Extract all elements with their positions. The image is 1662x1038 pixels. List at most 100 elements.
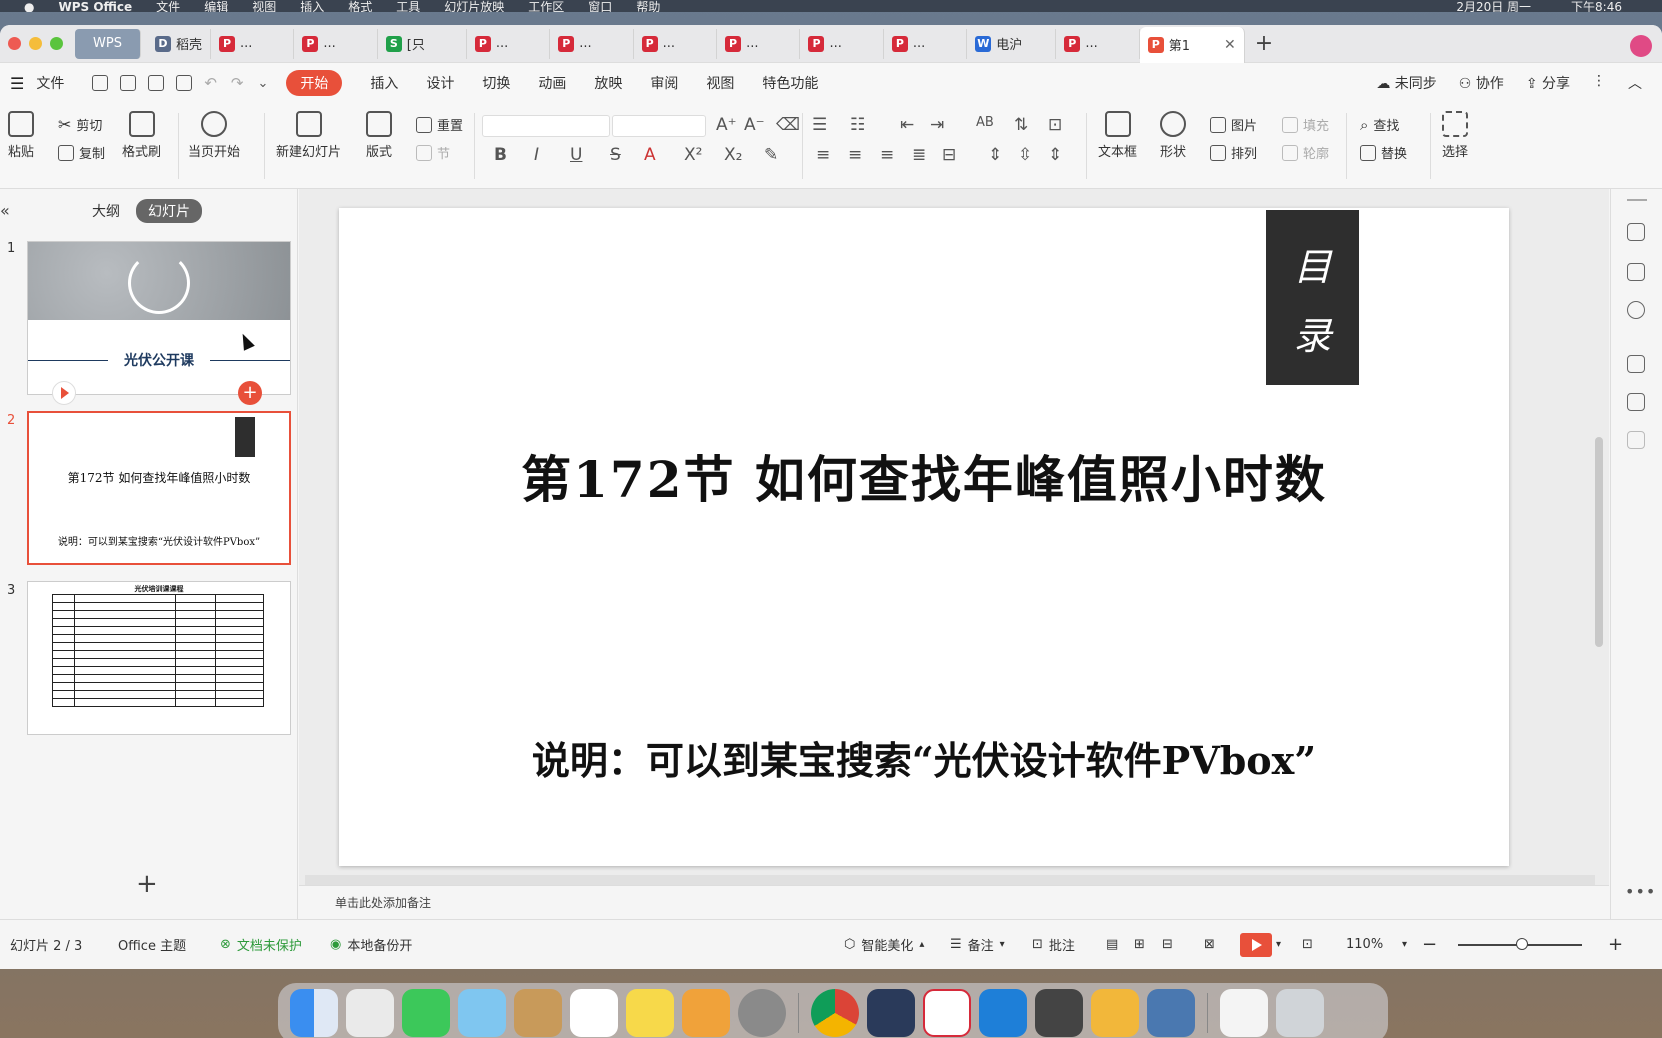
- numbered-list-icon[interactable]: ☷: [850, 115, 865, 135]
- section-button[interactable]: 节: [416, 143, 450, 162]
- print-preview-icon[interactable]: [176, 75, 193, 91]
- user-avatar[interactable]: [1630, 35, 1652, 57]
- fill-button[interactable]: 填充: [1282, 115, 1329, 134]
- subscript-button[interactable]: X₂: [724, 145, 742, 165]
- copy-button[interactable]: 复制: [58, 143, 105, 162]
- mac-menu-window[interactable]: 窗口: [588, 1, 612, 12]
- cut-button[interactable]: ✂ 剪切: [58, 115, 102, 134]
- slide-subtitle[interactable]: 说明：可以到某宝搜索“光伏设计软件PVbox”: [339, 730, 1509, 785]
- toc-badge[interactable]: 目 录: [1266, 210, 1359, 385]
- windows-icon[interactable]: [979, 989, 1027, 1037]
- mac-menu-workspace[interactable]: 工作区: [528, 1, 564, 12]
- tab-outline[interactable]: 大纲: [92, 201, 120, 221]
- more-icon[interactable]: ⋮: [1592, 73, 1606, 93]
- tab-insert[interactable]: 插入: [370, 73, 398, 93]
- slide-thumbnail-1[interactable]: 光伏公开课: [27, 241, 291, 395]
- underline-button[interactable]: U: [570, 145, 582, 165]
- increase-indent-icon[interactable]: ⇥: [930, 115, 944, 135]
- mac-date[interactable]: 2月20日 周一: [1456, 1, 1531, 12]
- mac-menu-help[interactable]: 帮助: [636, 1, 660, 12]
- clear-format-icon[interactable]: ⌫: [776, 115, 800, 135]
- tab-transition[interactable]: 切换: [482, 73, 510, 93]
- play-slideshow-button[interactable]: [1240, 932, 1272, 957]
- paste-button[interactable]: 粘贴: [8, 111, 34, 160]
- paragraph-spacing-icon[interactable]: ⇳: [1018, 145, 1032, 165]
- wps-icon[interactable]: [923, 989, 971, 1037]
- mac-app-name[interactable]: WPS Office: [58, 1, 132, 12]
- close-tab-icon[interactable]: ✕: [1224, 37, 1236, 53]
- maps-icon[interactable]: [458, 989, 506, 1037]
- play-slide-button[interactable]: [52, 381, 76, 405]
- italic-button[interactable]: I: [534, 145, 539, 165]
- line-spacing-icon[interactable]: ⇕: [988, 145, 1002, 165]
- close-window-button[interactable]: [8, 37, 21, 50]
- text-direction-icon[interactable]: AB: [976, 115, 994, 130]
- beautify-icon[interactable]: [1627, 263, 1645, 281]
- tab-view[interactable]: 视图: [706, 73, 734, 93]
- font-family-select[interactable]: [482, 115, 610, 137]
- tab-document-11[interactable]: P...: [884, 28, 968, 59]
- reset-button[interactable]: 重置: [416, 115, 463, 134]
- align-center-icon[interactable]: ≡: [848, 145, 862, 165]
- finder-icon[interactable]: [290, 989, 338, 1037]
- new-tab-button[interactable]: +: [1255, 31, 1273, 56]
- shape-button[interactable]: 形状: [1160, 111, 1186, 160]
- play-options-icon[interactable]: ▾: [1276, 939, 1281, 950]
- decrease-font-icon[interactable]: A⁻: [744, 115, 765, 135]
- zoom-window-button[interactable]: [50, 37, 63, 50]
- settings-icon[interactable]: [738, 989, 786, 1037]
- zoom-in-button[interactable]: +: [1608, 934, 1623, 955]
- smart-beautify-button[interactable]: ⬡ 智能美化 ▴: [844, 935, 924, 954]
- highlight-button[interactable]: ✎: [764, 145, 778, 165]
- text-box-align-icon[interactable]: ⊡: [1048, 115, 1062, 135]
- bold-button[interactable]: B: [494, 145, 507, 165]
- notes-toggle[interactable]: ☰ 备注 ▾: [950, 935, 1005, 954]
- mac-menu-insert[interactable]: 插入: [300, 1, 324, 12]
- mac-menu-slideshow[interactable]: 幻灯片放映: [444, 1, 504, 12]
- cube-icon[interactable]: [1627, 431, 1645, 449]
- add-slide-button[interactable]: +: [136, 869, 158, 899]
- chevron-down-icon[interactable]: ⌄: [258, 76, 269, 91]
- tab-docer[interactable]: D 稻壳: [147, 28, 211, 59]
- textbox-button[interactable]: 文本框: [1098, 111, 1137, 160]
- zoom-out-button[interactable]: −: [1422, 934, 1437, 955]
- decrease-indent-icon[interactable]: ⇤: [900, 115, 914, 135]
- messages-icon[interactable]: [402, 989, 450, 1037]
- normal-view-icon[interactable]: ▤: [1106, 937, 1118, 952]
- save-icon[interactable]: [92, 75, 109, 91]
- drag-handle-icon[interactable]: [1627, 199, 1647, 201]
- font-color-button[interactable]: A: [644, 145, 656, 165]
- collab-button[interactable]: ⚇ 协作: [1459, 73, 1504, 93]
- launchpad-icon[interactable]: [346, 989, 394, 1037]
- tab-document-12[interactable]: W 电沪: [967, 28, 1057, 59]
- align-left-icon[interactable]: ≡: [816, 145, 830, 165]
- zoom-slider-handle[interactable]: [1516, 938, 1528, 950]
- format-painter-button[interactable]: 格式刷: [122, 111, 161, 160]
- folder-icon[interactable]: [1091, 989, 1139, 1037]
- strikethrough-button[interactable]: S: [610, 145, 621, 165]
- tab-document-13[interactable]: P...: [1056, 28, 1140, 59]
- tab-document-4[interactable]: P...: [294, 28, 378, 59]
- hamburger-icon[interactable]: ☰: [10, 74, 24, 93]
- superscript-button[interactable]: X²: [684, 145, 702, 165]
- tab-animation[interactable]: 动画: [538, 73, 566, 93]
- chrome-icon[interactable]: [811, 989, 859, 1037]
- zoom-level[interactable]: 110%: [1346, 937, 1383, 952]
- distribute-icon[interactable]: ⊟: [942, 145, 956, 165]
- play-from-current-button[interactable]: 当页开始: [188, 111, 240, 160]
- slide-thumbnail-3[interactable]: 光伏培训课课程: [27, 581, 291, 735]
- tab-document-7[interactable]: P...: [550, 28, 634, 59]
- mac-menu-format[interactable]: 格式: [348, 1, 372, 12]
- increase-font-icon[interactable]: A⁺: [716, 115, 737, 135]
- theme-name[interactable]: Office 主题: [118, 935, 186, 954]
- select-button[interactable]: 选择: [1442, 111, 1468, 160]
- presenter-icon[interactable]: ⊠: [1204, 937, 1215, 952]
- tab-active-document[interactable]: P 第1 ✕: [1139, 26, 1245, 63]
- zoom-dropdown-icon[interactable]: ▾: [1402, 939, 1407, 950]
- export-icon[interactable]: [120, 75, 137, 91]
- mac-menu-edit[interactable]: 编辑: [204, 1, 228, 12]
- replace-button[interactable]: 替换: [1360, 143, 1407, 162]
- star-icon[interactable]: [1627, 355, 1645, 373]
- redo-icon[interactable]: ↷: [231, 74, 244, 92]
- tab-features[interactable]: 特色功能: [762, 73, 818, 93]
